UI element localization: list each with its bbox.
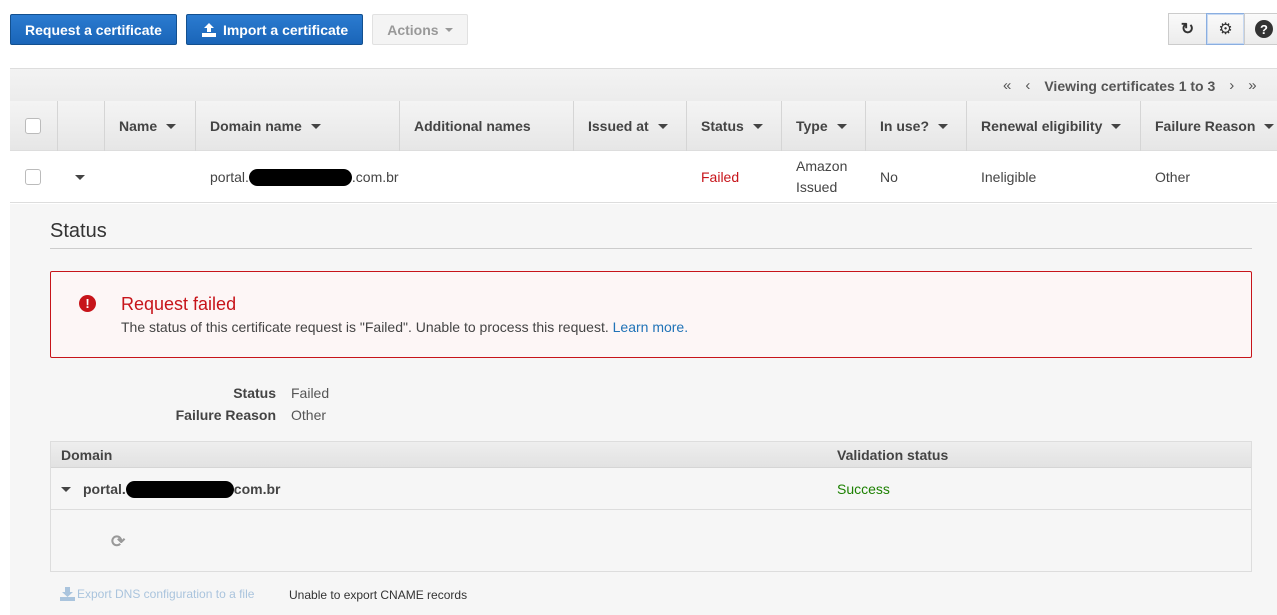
loading-spinner-icon: ⟳ (111, 532, 126, 551)
sort-caret-icon (752, 123, 763, 129)
expand-header-cell (57, 101, 104, 151)
cell-in-use: No (880, 169, 898, 185)
pager-text: Viewing certificates 1 to 3 (1044, 77, 1216, 94)
col-in-use-label: In use? (880, 118, 930, 134)
prev-page-icon[interactable]: ‹ (1025, 77, 1030, 94)
section-divider (50, 248, 1252, 249)
col-renewal-eligibility[interactable]: Renewal eligibility (966, 101, 1140, 151)
upload-icon (201, 22, 216, 37)
cell-status: Failed (701, 169, 740, 185)
toolbar: Request a certificate Import a certifica… (10, 14, 468, 46)
import-certificate-button[interactable]: Import a certificate (185, 14, 364, 45)
col-domain-name-label: Domain name (210, 118, 302, 134)
validation-status-value: Success (837, 481, 890, 497)
caret-down-icon (444, 27, 453, 32)
request-certificate-button[interactable]: Request a certificate (10, 14, 177, 45)
row-expand-toggle[interactable] (75, 151, 85, 203)
col-name-label: Name (119, 118, 158, 134)
domain-suffix: com.br (233, 481, 281, 497)
col-issued-at-label: Issued at (588, 118, 649, 134)
col-type-label: Type (796, 118, 828, 134)
sort-caret-icon (166, 123, 177, 129)
sort-caret-icon (1111, 123, 1122, 129)
first-page-icon[interactable]: « (1003, 77, 1011, 94)
domain-table-header: Domain Validation status (51, 442, 1251, 468)
type-line-2: Issued (796, 179, 838, 195)
table-header: Name Domain name Additional names Issued… (10, 101, 1277, 151)
domain-row[interactable]: portal. com.br Success (51, 468, 1251, 510)
col-additional-names: Additional names (399, 101, 573, 151)
download-icon (60, 587, 75, 601)
refresh-button[interactable]: ↻ (1168, 13, 1207, 45)
col-domain: Domain (61, 447, 113, 463)
col-status-label: Status (701, 118, 744, 134)
domain-row-expand[interactable] (61, 468, 71, 510)
field-failure-reason-value: Other (291, 407, 327, 423)
col-validation-status: Validation status (837, 447, 949, 463)
select-all-cell (10, 101, 57, 151)
settings-button[interactable]: ⚙ (1206, 13, 1245, 45)
learn-more-link[interactable]: Learn more. (613, 319, 688, 335)
col-failure-reason[interactable]: Failure Reason (1140, 101, 1277, 151)
actions-label: Actions (387, 21, 439, 38)
col-type[interactable]: Type (781, 101, 865, 151)
export-dns-link[interactable]: Export DNS configuration to a file (60, 587, 254, 601)
export-note: Unable to export CNAME records (289, 588, 468, 602)
field-status-value: Failed (291, 385, 330, 401)
right-tools: ↻ ⚙ ? (1168, 13, 1277, 45)
sort-caret-icon (657, 123, 668, 129)
field-status-label: Status (233, 385, 276, 401)
sort-caret-icon (938, 123, 949, 129)
error-icon: ! (79, 295, 96, 312)
select-all-checkbox[interactable] (25, 118, 41, 134)
sort-caret-icon (310, 123, 321, 129)
help-button[interactable]: ? (1244, 13, 1277, 45)
col-issued-at[interactable]: Issued at (573, 101, 686, 151)
redacted-block (248, 168, 352, 186)
type-line-1: Amazon (796, 158, 848, 174)
cell-failure-reason: Other (1155, 169, 1191, 185)
domain-prefix: portal. (210, 169, 249, 185)
domain-validation-table: Domain Validation status portal. com.br S… (50, 441, 1252, 572)
alert-message-text: The status of this certificate request i… (121, 319, 613, 335)
actions-dropdown[interactable]: Actions (372, 14, 468, 45)
refresh-icon: ↻ (1180, 21, 1195, 38)
domain-prefix: portal. (83, 481, 126, 497)
cell-type: Amazon Issued (796, 151, 847, 203)
detail-panel: Status ! Request failed The status of th… (10, 204, 1277, 615)
help-icon: ? (1255, 20, 1273, 38)
sort-caret-icon (1264, 123, 1275, 129)
request-certificate-label: Request a certificate (25, 21, 162, 38)
error-alert: ! Request failed The status of this cert… (50, 271, 1252, 358)
redacted-block (125, 480, 234, 498)
field-failure-reason-label: Failure Reason (175, 407, 276, 423)
pager-bar: « ‹ Viewing certificates 1 to 3 › » (10, 68, 1277, 101)
col-name[interactable]: Name (104, 101, 195, 151)
col-renewal-eligibility-label: Renewal eligibility (981, 118, 1103, 134)
cell-domain-name: portal. .com.br (210, 151, 399, 203)
col-failure-reason-label: Failure Reason (1155, 118, 1256, 134)
col-domain-name[interactable]: Domain name (195, 101, 399, 151)
alert-message: The status of this certificate request i… (121, 319, 688, 335)
table-row[interactable]: portal. .com.br Failed Amazon Issued No I… (10, 151, 1277, 203)
cell-renewal-eligibility: Ineligible (981, 169, 1037, 185)
import-certificate-label: Import a certificate (222, 21, 349, 38)
col-additional-names-label: Additional names (414, 118, 531, 134)
caret-down-icon (75, 174, 85, 180)
gear-icon: ⚙ (1218, 21, 1233, 38)
domain-suffix: .com.br (351, 169, 399, 185)
col-in-use[interactable]: In use? (865, 101, 966, 151)
row-select-cell (25, 151, 41, 203)
section-title: Status (50, 220, 107, 242)
col-status[interactable]: Status (686, 101, 781, 151)
alert-title: Request failed (121, 294, 237, 314)
export-dns-label: Export DNS configuration to a file (77, 587, 255, 601)
last-page-icon[interactable]: » (1248, 77, 1256, 94)
domain-row-name: portal. com.br (83, 468, 280, 510)
next-page-icon[interactable]: › (1229, 77, 1234, 94)
sort-caret-icon (836, 123, 847, 129)
row-checkbox[interactable] (25, 169, 41, 185)
caret-down-icon (61, 486, 71, 492)
